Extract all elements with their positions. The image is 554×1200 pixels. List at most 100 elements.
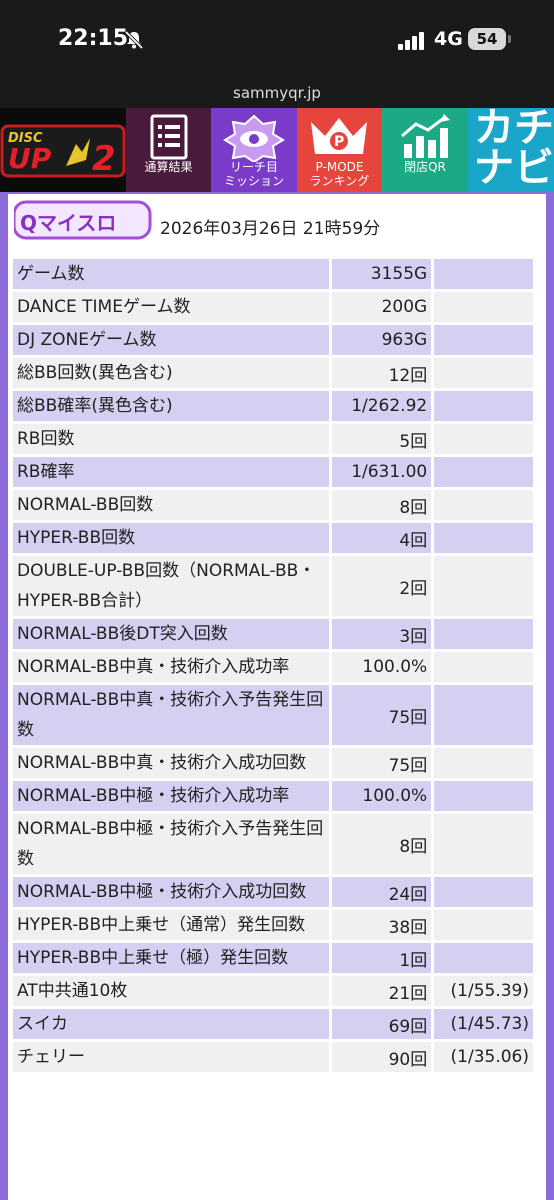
stat-extra <box>434 358 533 388</box>
stat-row: チェリー 90回 (1/35.06) <box>13 1042 533 1072</box>
disc-up-logo-art: DISC UP 2 <box>0 124 126 179</box>
stat-value: 1/262.92 <box>329 391 435 421</box>
stat-label: RB回数 <box>13 424 330 454</box>
signal-icon <box>398 32 424 50</box>
stat-label: NORMAL-BB中極・技術介入成功回数 <box>13 877 330 907</box>
stat-label: NORMAL-BB後DT突入回数 <box>13 619 330 649</box>
battery-icon: 54 <box>468 28 506 50</box>
stat-value: 12回 <box>329 358 435 388</box>
stat-value: 8回 <box>329 490 435 520</box>
stat-value: 75回 <box>329 748 435 778</box>
stat-row: RB回数 5回 <box>13 424 533 454</box>
stat-extra: (1/55.39) <box>434 976 533 1006</box>
nav-tsusan-kekka[interactable]: 通算結果 <box>126 108 211 192</box>
stat-label: NORMAL-BB中極・技術介入予告発生回数 <box>13 814 330 874</box>
stat-value: 5回 <box>329 424 435 454</box>
main-panel: Qマイスロ 2026年03月26日 21時59分 ゲーム数 3155G DANCE … <box>0 192 554 1200</box>
stat-extra <box>434 424 533 454</box>
stat-extra <box>434 292 533 322</box>
stat-row: AT中共通10枚 21回 (1/55.39) <box>13 976 533 1006</box>
stat-value: 69回 <box>329 1009 435 1039</box>
stat-row: 総BB回数(異色含む) 12回 <box>13 358 533 388</box>
q-myslo-logo: Qマイスロ <box>14 200 152 240</box>
content-area: Qマイスロ 2026年03月26日 21時59分 ゲーム数 3155G DANCE … <box>8 194 546 1200</box>
stat-row: NORMAL-BB後DT突入回数 3回 <box>13 619 533 649</box>
stat-row: NORMAL-BB中真・技術介入成功率 100.0% <box>13 652 533 682</box>
q-myslo-logo-text: Qマイスロ <box>20 211 116 235</box>
stat-value: 1回 <box>329 943 435 973</box>
stat-label: NORMAL-BB中真・技術介入成功率 <box>13 652 330 682</box>
stat-extra <box>434 652 533 682</box>
stat-value: 3155G <box>329 259 435 289</box>
stat-value: 21回 <box>329 976 435 1006</box>
svg-text:P: P <box>334 134 344 150</box>
stat-label: チェリー <box>13 1042 330 1072</box>
stat-label: NORMAL-BB中真・技術介入成功回数 <box>13 748 330 778</box>
stat-label: ゲーム数 <box>13 259 330 289</box>
stat-label: NORMAL-BB中真・技術介入予告発生回数 <box>13 685 330 745</box>
disc-up-logo[interactable]: DISC UP 2 <box>0 108 126 192</box>
stat-extra: (1/35.06) <box>434 1042 533 1072</box>
network-type: 4G <box>434 28 463 50</box>
stat-value: 8回 <box>329 814 435 874</box>
stat-label: 総BB回数(異色含む) <box>13 358 330 388</box>
nav-pmode-ranking[interactable]: P P-MODE ランキング <box>297 108 382 192</box>
stat-extra <box>434 685 533 745</box>
stat-label: 総BB確率(異色含む) <box>13 391 330 421</box>
stat-value: 90回 <box>329 1042 435 1072</box>
stat-value: 4回 <box>329 523 435 553</box>
stat-value: 100.0% <box>329 652 435 682</box>
crown-icon: P <box>311 118 367 154</box>
stat-value: 200G <box>329 292 435 322</box>
stat-extra <box>434 490 533 520</box>
stat-label: HYPER-BB中上乗せ（極）発生回数 <box>13 943 330 973</box>
nav-heiten-qr[interactable]: 閉店QR <box>382 108 468 192</box>
kachinavi-banner[interactable]: カチナビ <box>468 108 554 192</box>
eye-badge-icon <box>223 114 285 162</box>
stat-label: HYPER-BB回数 <box>13 523 330 553</box>
status-bar: 22:15 4G 54 <box>0 0 554 80</box>
stat-value: 24回 <box>329 877 435 907</box>
nav-bar: DISC UP 2 通算結果 リーチ目 ミッション P P-MODE ランキング <box>0 108 554 192</box>
stat-label: DJ ZONEゲーム数 <box>13 325 330 355</box>
status-time: 22:15 <box>58 26 129 51</box>
stat-extra <box>434 910 533 940</box>
bell-muted-icon <box>124 30 144 50</box>
stat-row: DANCE TIMEゲーム数 200G <box>13 292 533 322</box>
stat-value: 38回 <box>329 910 435 940</box>
stat-extra <box>434 556 533 616</box>
stat-label: RB確率 <box>13 457 330 487</box>
stat-row: DOUBLE-UP-BB回数（NORMAL-BB・HYPER-BB合計） 2回 <box>13 556 533 616</box>
stat-row: NORMAL-BB中極・技術介入予告発生回数 8回 <box>13 814 533 874</box>
stat-row: HYPER-BB中上乗せ（極）発生回数 1回 <box>13 943 533 973</box>
stat-row: NORMAL-BB回数 8回 <box>13 490 533 520</box>
stat-row: NORMAL-BB中真・技術介入成功回数 75回 <box>13 748 533 778</box>
stat-row: 総BB確率(異色含む) 1/262.92 <box>13 391 533 421</box>
stat-extra <box>434 523 533 553</box>
stat-value: 963G <box>329 325 435 355</box>
stat-extra <box>434 748 533 778</box>
stat-row: ゲーム数 3155G <box>13 259 533 289</box>
nav-reach-label: リーチ目 ミッション <box>223 160 284 188</box>
stat-label: NORMAL-BB回数 <box>13 490 330 520</box>
url-bar[interactable]: sammyqr.jp <box>0 80 554 108</box>
nav-reach-mission[interactable]: リーチ目 ミッション <box>211 108 297 192</box>
stat-value: 100.0% <box>329 781 435 811</box>
stat-extra <box>434 259 533 289</box>
stat-row: HYPER-BB中上乗せ（通常）発生回数 38回 <box>13 910 533 940</box>
stat-row: HYPER-BB回数 4回 <box>13 523 533 553</box>
stat-value: 1/631.00 <box>329 457 435 487</box>
stat-label: DOUBLE-UP-BB回数（NORMAL-BB・HYPER-BB合計） <box>13 556 330 616</box>
stat-extra <box>434 325 533 355</box>
bar-chart-up-icon <box>401 114 450 158</box>
stat-row: DJ ZONEゲーム数 963G <box>13 325 533 355</box>
nav-pmode-label: P-MODE ランキング <box>309 160 370 188</box>
battery-nub <box>508 35 511 43</box>
svg-text:2: 2 <box>92 139 116 179</box>
nav-heiten-label: 閉店QR <box>404 160 446 174</box>
stat-extra <box>434 391 533 421</box>
list-icon <box>150 114 188 160</box>
stat-value: 2回 <box>329 556 435 616</box>
stat-row: NORMAL-BB中真・技術介入予告発生回数 75回 <box>13 685 533 745</box>
stat-extra: (1/45.73) <box>434 1009 533 1039</box>
